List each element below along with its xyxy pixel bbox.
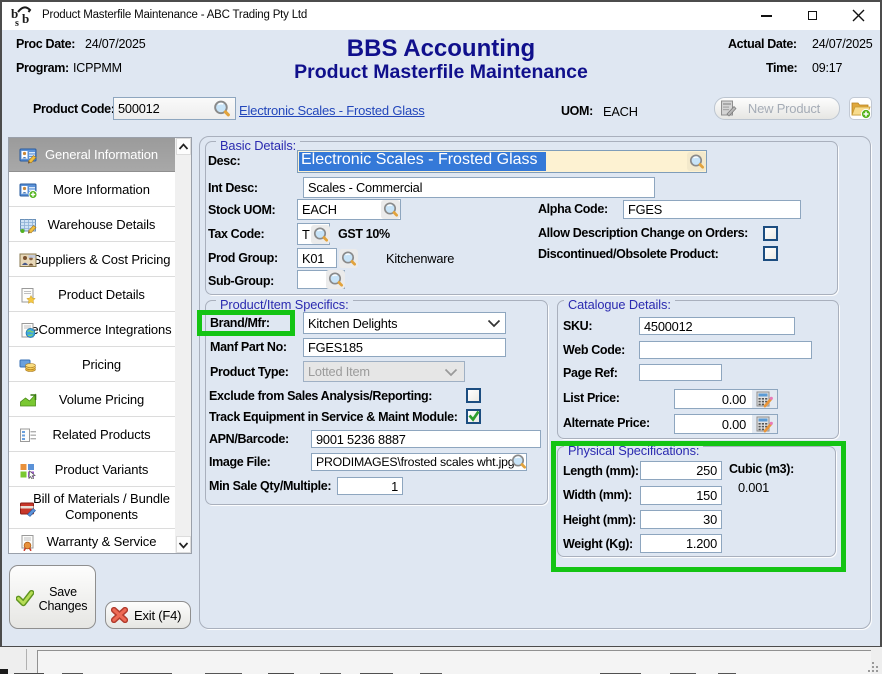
svg-text:s: s bbox=[15, 18, 19, 28]
svg-text:b: b bbox=[22, 11, 29, 26]
